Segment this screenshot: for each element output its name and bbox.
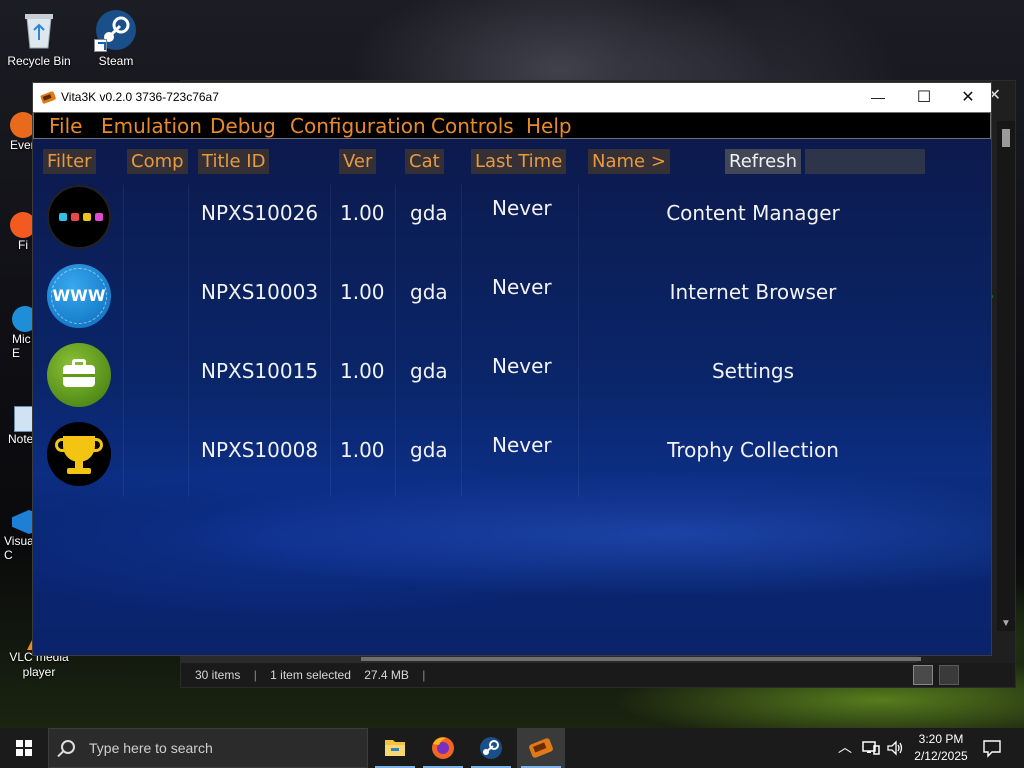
internet-browser-icon: WWW bbox=[47, 264, 111, 328]
clock-time: 3:20 PM bbox=[918, 732, 964, 746]
explorer-horizontal-scrollbar[interactable] bbox=[181, 655, 921, 663]
steam-label: Steam bbox=[98, 54, 134, 68]
app-row[interactable]: NPXS10008 1.00 gda Never Trophy Collecti… bbox=[33, 420, 991, 499]
details-view-button[interactable] bbox=[912, 665, 933, 685]
minimize-button[interactable]: — bbox=[855, 83, 901, 112]
scroll-down-icon[interactable]: ▼ bbox=[1001, 618, 1011, 629]
title-id-cell: NPXS10015 bbox=[201, 359, 319, 383]
file-explorer-icon bbox=[385, 740, 405, 756]
vita3k-window: Vita3K v0.2.0 3736-723c76a7 — ☐ ✕ File E… bbox=[32, 82, 992, 656]
taskbar-firefox[interactable] bbox=[419, 728, 467, 768]
app-row[interactable]: NPXS10015 1.00 gda Never Settings bbox=[33, 341, 991, 420]
scrollbar-thumb[interactable] bbox=[361, 657, 921, 661]
view-buttons bbox=[911, 663, 959, 687]
window-title: Vita3K v0.2.0 3736-723c76a7 bbox=[61, 90, 219, 104]
app-row[interactable]: WWW NPXS10003 1.00 gda Never Internet Br… bbox=[33, 262, 991, 341]
menu-controls[interactable]: Controls bbox=[431, 113, 514, 140]
taskbar-clock[interactable]: 3:20 PM 2/12/2025 bbox=[906, 731, 976, 765]
steam-icon bbox=[480, 737, 502, 759]
title-id-column-header[interactable]: Title ID bbox=[198, 149, 270, 174]
vita3k-icon bbox=[40, 89, 56, 105]
status-selection: 1 item selected bbox=[270, 668, 351, 682]
name-cell: Settings bbox=[711, 359, 795, 383]
cat-column-header[interactable]: Cat bbox=[405, 149, 444, 174]
recycle-bin-label: Recycle Bin bbox=[7, 54, 71, 68]
large-icons-view-button[interactable] bbox=[939, 665, 959, 685]
www-glyph: WWW bbox=[52, 286, 106, 305]
vita3k-icon bbox=[529, 738, 553, 758]
search-icon bbox=[61, 740, 75, 754]
title-id-cell: NPXS10026 bbox=[201, 201, 319, 225]
close-button[interactable]: ✕ bbox=[945, 83, 991, 112]
trophy-collection-icon bbox=[47, 422, 111, 486]
cat-cell: gda bbox=[410, 359, 448, 383]
status-separator: | bbox=[422, 668, 426, 682]
app-row[interactable]: NPXS10026 1.00 gda Never Content Manager bbox=[33, 183, 991, 262]
status-item-count: 30 items bbox=[195, 668, 241, 682]
desktop-icon-steam[interactable]: Steam bbox=[77, 8, 155, 69]
content-manager-icon bbox=[47, 185, 111, 249]
menu-help[interactable]: Help bbox=[526, 113, 572, 140]
explorer-vertical-scrollbar[interactable]: ▼ bbox=[997, 121, 1015, 631]
start-button[interactable] bbox=[0, 728, 48, 768]
taskbar-search[interactable]: Type here to search bbox=[48, 728, 368, 768]
taskbar-steam[interactable] bbox=[467, 728, 515, 768]
taskbar: Type here to search ︿ 3:20 PM 2/12/2025 bbox=[0, 728, 1024, 768]
status-separator: | bbox=[253, 668, 257, 682]
name-column-header[interactable]: Name > bbox=[588, 149, 670, 174]
show-hidden-icons-chevron-icon[interactable]: ︿ bbox=[838, 737, 852, 757]
menu-debug[interactable]: Debug bbox=[210, 113, 276, 140]
title-bar[interactable]: Vita3K v0.2.0 3736-723c76a7 — ☐ ✕ bbox=[33, 83, 991, 112]
taskbar-file-explorer[interactable] bbox=[371, 728, 419, 768]
title-id-cell: NPXS10003 bbox=[201, 280, 319, 304]
title-id-cell: NPXS10008 bbox=[201, 438, 319, 462]
recycle-bin-icon bbox=[17, 8, 61, 52]
volume-icon[interactable] bbox=[886, 740, 904, 756]
maximize-button[interactable]: ☐ bbox=[901, 83, 947, 112]
last-time-cell: Never bbox=[492, 275, 552, 299]
desktop: Recycle Bin Steam Ever Fi Mic E Note Vis… bbox=[0, 0, 1024, 728]
ver-cell: 1.00 bbox=[340, 280, 385, 304]
search-placeholder: Type here to search bbox=[89, 740, 213, 756]
menu-bar: File Emulation Debug Configuration Contr… bbox=[33, 112, 991, 139]
name-cell: Trophy Collection bbox=[667, 438, 839, 462]
menu-file[interactable]: File bbox=[49, 113, 82, 140]
cat-cell: gda bbox=[410, 201, 448, 225]
last-time-column-header[interactable]: Last Time bbox=[471, 149, 567, 174]
comp-column-header[interactable]: Comp bbox=[127, 149, 188, 174]
shortcut-arrow-icon bbox=[94, 39, 107, 52]
explorer-status-bar: 30 items | 1 item selected 27.4 MB | bbox=[181, 663, 1015, 687]
notepad-icon bbox=[14, 406, 34, 432]
notifications-icon[interactable] bbox=[982, 738, 1002, 758]
name-cell: Content Manager bbox=[666, 201, 840, 225]
last-time-cell: Never bbox=[492, 196, 552, 220]
firefox-icon bbox=[432, 737, 454, 759]
scrollbar-thumb[interactable] bbox=[1002, 129, 1010, 147]
filter-button[interactable]: Filter bbox=[43, 149, 96, 174]
cat-cell: gda bbox=[410, 280, 448, 304]
menu-emulation[interactable]: Emulation bbox=[101, 113, 202, 140]
ver-cell: 1.00 bbox=[340, 201, 385, 225]
steam-icon bbox=[94, 8, 138, 52]
network-icon[interactable] bbox=[862, 740, 880, 756]
desktop-icon-recycle-bin[interactable]: Recycle Bin bbox=[0, 8, 78, 69]
ver-cell: 1.00 bbox=[340, 359, 385, 383]
cat-cell: gda bbox=[410, 438, 448, 462]
menu-configuration[interactable]: Configuration bbox=[290, 113, 426, 140]
taskbar-vita3k[interactable] bbox=[517, 728, 565, 768]
last-time-cell: Never bbox=[492, 433, 552, 457]
ver-cell: 1.00 bbox=[340, 438, 385, 462]
clock-date: 2/12/2025 bbox=[914, 749, 968, 763]
refresh-button[interactable]: Refresh bbox=[725, 149, 801, 174]
last-time-cell: Never bbox=[492, 354, 552, 378]
ver-column-header[interactable]: Ver bbox=[339, 149, 377, 174]
game-list: Filter Comp Title ID Ver Cat Last Time N… bbox=[33, 139, 991, 655]
windows-logo-icon bbox=[16, 740, 32, 756]
search-input[interactable] bbox=[805, 149, 925, 174]
name-cell: Internet Browser bbox=[669, 280, 837, 304]
settings-icon bbox=[47, 343, 111, 407]
status-size: 27.4 MB bbox=[364, 668, 409, 682]
